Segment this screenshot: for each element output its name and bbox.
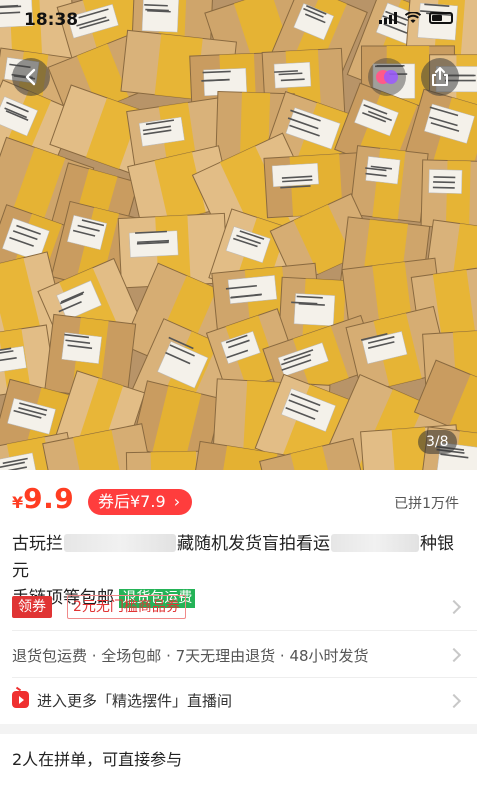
status-icons: [379, 12, 453, 24]
service-guarantees-row[interactable]: 退货包运费 · 全场包邮 · 7天无理由退货 · 48小时发货: [0, 636, 477, 674]
price-row: ¥9.9 券后¥7.9 › 已拼1万件: [0, 470, 477, 532]
share-icon: [432, 67, 448, 86]
back-icon: [25, 68, 36, 86]
price: ¥9.9: [12, 482, 74, 515]
wifi-icon: [405, 12, 421, 23]
divider: [12, 677, 477, 678]
title-part-1: 古玩拦: [12, 534, 63, 554]
share-button[interactable]: [421, 58, 459, 96]
multi-circle-icon: [376, 70, 398, 84]
service-guarantees-text: 退货包运费 · 全场包邮 · 7天无理由退货 · 48小时发货: [12, 647, 369, 665]
live-tv-icon: [12, 691, 29, 708]
chevron-right-icon: [446, 647, 462, 663]
back-button[interactable]: [12, 58, 50, 96]
chevron-right-icon: [446, 693, 462, 709]
live-room-row[interactable]: 进入更多「精选摆件」直播间: [0, 682, 477, 720]
price-amount: 9.9: [23, 482, 75, 515]
redacted-text: [331, 534, 419, 552]
coupon-row[interactable]: 领券 2元无门槛商品券: [0, 590, 477, 626]
product-photo-boxes: [0, 0, 477, 470]
image-pager: 3/8: [418, 430, 457, 454]
group-buy-row: 2人在拼单，可直接参与: [0, 738, 477, 778]
group-buy-text: 2人在拼单，可直接参与: [12, 750, 183, 769]
after-coupon-label: 券后¥7.9: [98, 492, 166, 511]
price-currency: ¥: [12, 493, 24, 512]
status-time: 18:38: [24, 10, 79, 30]
after-coupon-badge[interactable]: 券后¥7.9 ›: [88, 489, 193, 515]
live-room-text: 进入更多「精选摆件」直播间: [37, 692, 233, 710]
redacted-text: [64, 534, 176, 552]
title-part-2: 藏随机发货盲拍看运: [177, 534, 330, 554]
section-gap: [0, 724, 477, 734]
chevron-right-icon: ›: [173, 492, 181, 511]
coupon-label: 领券: [12, 596, 52, 618]
divider: [12, 630, 477, 631]
product-image-carousel[interactable]: 18:38 3/8: [0, 0, 477, 470]
signal-icon: [379, 12, 397, 24]
multi-window-button[interactable]: [368, 58, 406, 96]
chevron-right-icon: [446, 599, 462, 615]
coupon-item[interactable]: 2元无门槛商品券: [67, 595, 186, 619]
grouped-count: 已拼1万件: [394, 496, 459, 512]
battery-icon: [429, 12, 453, 24]
